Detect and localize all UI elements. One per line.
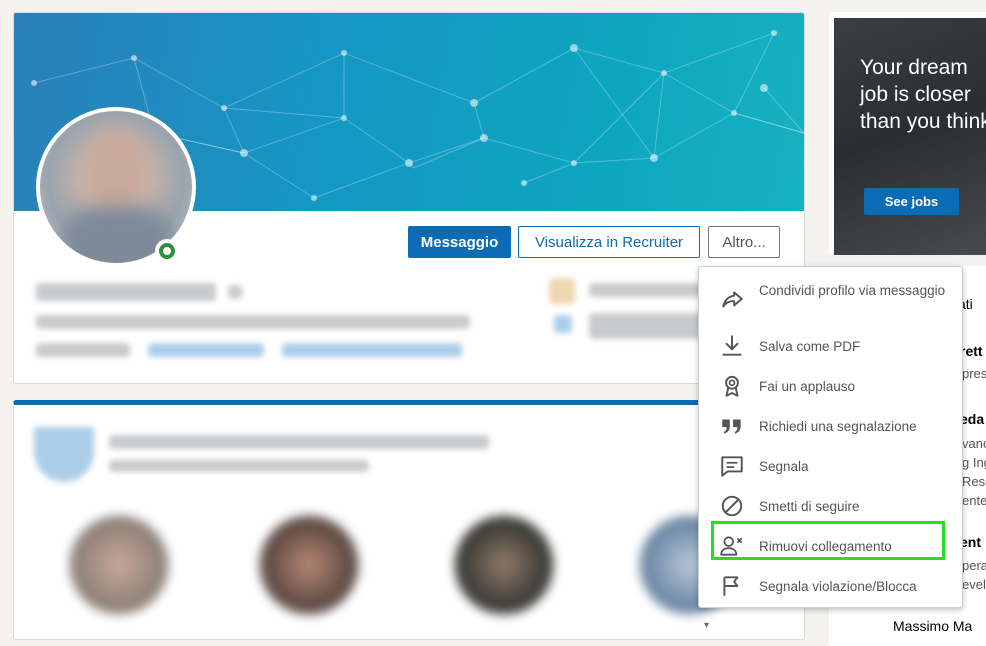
ad-headline: Your dream job is closer than you think bbox=[860, 56, 986, 133]
sidebar-fragment: pres bbox=[962, 366, 986, 381]
menu-item-label: Segnala bbox=[759, 459, 809, 474]
menu-item-share-profile[interactable]: Condividi profilo via messaggio bbox=[699, 277, 962, 323]
sidebar-fragment: ent bbox=[960, 534, 981, 550]
sidebar-fragment: rett bbox=[960, 343, 983, 359]
section-subtitle-redacted bbox=[109, 460, 369, 472]
sidebar-fragment: pera bbox=[962, 558, 986, 573]
menu-item-unfollow[interactable]: Smetti di seguire bbox=[699, 489, 962, 523]
message-report-icon bbox=[721, 456, 743, 477]
highlight-box bbox=[711, 521, 945, 560]
section-logo-redacted bbox=[34, 427, 94, 482]
award-ribbon-icon bbox=[725, 375, 739, 397]
company-name-redacted bbox=[589, 283, 709, 297]
avatar-face-blur bbox=[85, 131, 147, 211]
share-arrow-icon bbox=[722, 291, 743, 308]
menu-item-label: Condividi profilo via messaggio bbox=[759, 283, 946, 298]
sidebar-fragment: vanc bbox=[962, 436, 986, 451]
person-avatar[interactable] bbox=[69, 515, 169, 615]
menu-item-report[interactable]: Segnala bbox=[699, 449, 962, 483]
block-circle-icon bbox=[721, 495, 743, 517]
person-avatar[interactable] bbox=[454, 515, 554, 615]
ad-background: Your dream job is closer than you think … bbox=[834, 18, 986, 255]
see-jobs-button[interactable]: See jobs bbox=[864, 188, 959, 215]
section-title-redacted bbox=[109, 435, 489, 449]
menu-item-report-block[interactable]: Segnala violazione/Blocca bbox=[699, 569, 962, 603]
menu-item-label: Salva come PDF bbox=[759, 339, 861, 354]
sidebar-fragment: Rese bbox=[962, 474, 986, 489]
person-avatar[interactable] bbox=[259, 515, 359, 615]
people-section-card bbox=[13, 400, 805, 640]
flag-icon bbox=[723, 576, 739, 596]
contact-info-link-redacted[interactable] bbox=[282, 343, 462, 357]
caret-down-icon: ▾ bbox=[704, 620, 710, 631]
connections-link-redacted[interactable] bbox=[148, 343, 264, 357]
menu-item-applause[interactable]: Fai un applauso bbox=[699, 369, 962, 403]
school-logo-redacted bbox=[554, 315, 572, 333]
avatar-body-blur bbox=[62, 206, 172, 263]
school-name-redacted bbox=[589, 313, 709, 339]
job-ad-card[interactable]: Your dream job is closer than you think … bbox=[829, 12, 986, 255]
profile-headline-redacted bbox=[36, 315, 470, 329]
more-button[interactable]: Altro... bbox=[708, 226, 780, 258]
menu-item-label: Richiedi una segnalazione bbox=[759, 419, 917, 434]
menu-item-label: Segnala violazione/Blocca bbox=[759, 579, 917, 594]
profile-card: Messaggio Visualizza in Recruiter Altro.… bbox=[13, 12, 805, 384]
profile-location-redacted bbox=[36, 343, 130, 357]
download-icon bbox=[722, 335, 742, 356]
sidebar-fragment: ente bbox=[962, 493, 986, 508]
online-status-icon bbox=[155, 239, 179, 263]
sidebar-fragment: g Ing bbox=[962, 455, 986, 470]
menu-item-label: Smetti di seguire bbox=[759, 499, 860, 514]
sidebar-fragment: eda bbox=[960, 411, 985, 427]
quote-icon bbox=[722, 419, 741, 434]
company-logo-redacted bbox=[549, 278, 575, 304]
menu-item-request-recommendation[interactable]: Richiedi una segnalazione bbox=[699, 409, 962, 443]
sidebar-person-name[interactable]: Massimo Ma bbox=[893, 618, 972, 634]
menu-item-label: Fai un applauso bbox=[759, 379, 856, 394]
menu-item-save-pdf[interactable]: Salva come PDF bbox=[699, 329, 962, 363]
message-button[interactable]: Messaggio bbox=[408, 226, 511, 258]
profile-badge-redacted bbox=[228, 285, 242, 299]
profile-name-redacted bbox=[36, 283, 216, 301]
sidebar-fragment: evelo bbox=[962, 577, 986, 592]
view-in-recruiter-button[interactable]: Visualizza in Recruiter bbox=[518, 226, 700, 258]
